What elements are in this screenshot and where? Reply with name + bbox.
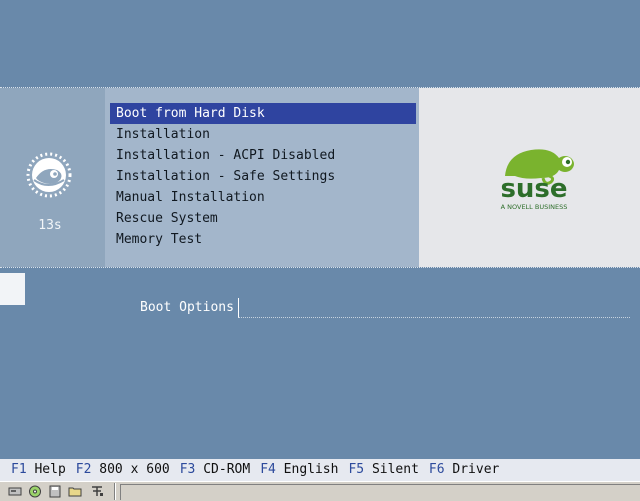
cd-icon[interactable] (28, 485, 42, 498)
folder-icon[interactable] (68, 485, 82, 498)
brand-panel: suse A NOVELL BUSINESS (419, 88, 640, 267)
suse-ring-logo-icon (26, 152, 72, 198)
boot-menu: Boot from Hard Disk Installation Installat… (110, 103, 416, 250)
function-key-f2[interactable]: F2 800 x 600 (76, 462, 170, 477)
suse-wordmark: suse (500, 174, 567, 204)
boot-options-input[interactable] (238, 298, 630, 318)
taskbar (0, 481, 640, 501)
function-key-label: 800 x 600 (99, 462, 170, 477)
disk-icon[interactable] (8, 485, 22, 498)
taskbar-field (120, 484, 640, 500)
boot-menu-item[interactable]: Boot from Hard Disk (110, 103, 416, 124)
suse-logo: suse A NOVELL BUSINESS (500, 149, 574, 211)
function-key-f1[interactable]: F1 Help (11, 462, 66, 477)
function-key-label: English (283, 462, 339, 477)
timer-panel: 13s (0, 88, 105, 267)
boot-menu-band: 13s Boot from Hard Disk Installation Insta… (0, 87, 640, 268)
boot-options-label: Boot Options (140, 300, 234, 315)
function-key-f5[interactable]: F5 Silent (348, 462, 418, 477)
taskbar-separator (114, 483, 116, 500)
function-key-bar: F1 Help F2 800 x 600 F3 CD-ROM F4 English F5… (0, 459, 640, 481)
function-key-code: F2 (75, 462, 92, 477)
function-key-label: Silent (371, 462, 419, 477)
floppy-icon[interactable] (48, 485, 62, 498)
function-key-f3[interactable]: F3 CD-ROM (180, 462, 250, 477)
function-key-code: F5 (348, 462, 365, 477)
boot-menu-item[interactable]: Installation - ACPI Disabled (110, 145, 416, 166)
suse-tagline: A NOVELL BUSINESS (501, 203, 568, 211)
boot-menu-item[interactable]: Memory Test (110, 229, 416, 250)
function-key-label: Help (34, 462, 66, 477)
boot-menu-item[interactable]: Installation (110, 124, 416, 145)
function-key-code: F4 (260, 462, 276, 477)
function-key-code: F3 (179, 462, 196, 477)
boot-menu-panel: Boot from Hard Disk Installation Installat… (105, 88, 419, 267)
boot-menu-item[interactable]: Rescue System (110, 208, 416, 229)
network-icon[interactable] (90, 485, 104, 498)
function-key-code: F1 (11, 462, 27, 477)
function-key-label: Driver (452, 462, 500, 477)
boot-menu-item[interactable]: Manual Installation (110, 187, 416, 208)
function-key-code: F6 (428, 462, 445, 477)
boot-timer: 13s (38, 218, 62, 233)
function-key-f4[interactable]: F4 English (260, 462, 338, 477)
function-key-f6[interactable]: F6 Driver (429, 462, 499, 477)
side-indicator (0, 273, 25, 305)
function-key-label: CD-ROM (203, 462, 251, 477)
boot-menu-item[interactable]: Installation - Safe Settings (110, 166, 416, 187)
